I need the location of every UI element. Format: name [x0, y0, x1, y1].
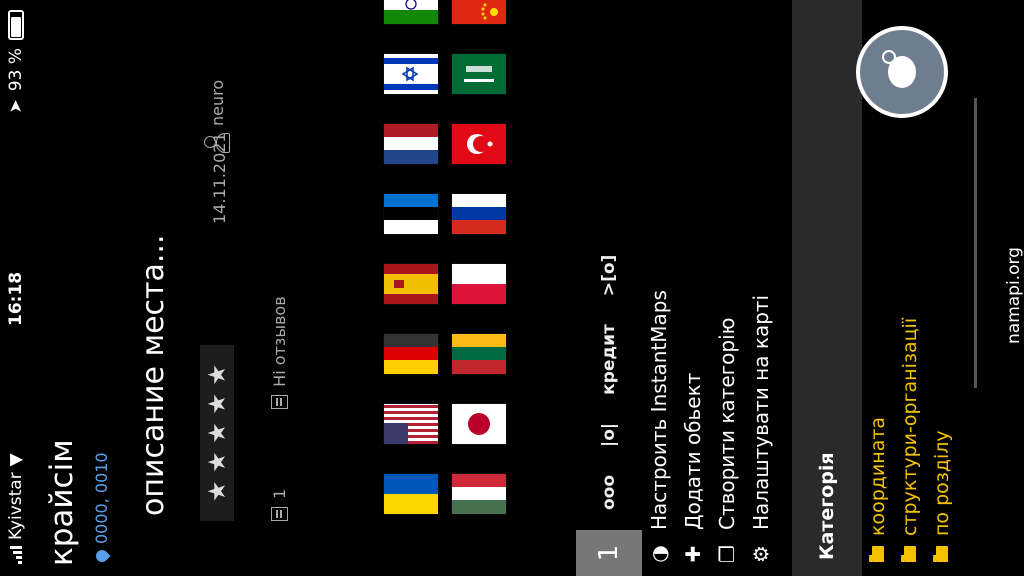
- tab-button-goto[interactable]: >[o]: [599, 255, 619, 296]
- flag-ukraine-icon: [384, 474, 438, 514]
- new-folder-icon: ❐: [715, 545, 739, 563]
- menu-map-settings[interactable]: ⚙ Налаштувати на карті: [744, 0, 778, 576]
- plus-icon: ✚: [681, 545, 705, 563]
- menu-add-object[interactable]: ✚ Додати обьект: [676, 0, 710, 576]
- menu-create-category[interactable]: ❐ Створити категорію: [710, 0, 744, 576]
- location-arrow-icon: ➤: [6, 99, 26, 114]
- battery-percent: 93 %: [6, 48, 26, 92]
- flag-spain[interactable]: [384, 264, 438, 304]
- circle-logo-icon: ◑: [647, 545, 671, 563]
- flag-usa[interactable]: [384, 404, 438, 444]
- flag-netherlands-icon: [384, 124, 438, 164]
- coordinates-text: 0000, 0010: [92, 452, 111, 544]
- menu-map-settings-label: Налаштувати на карті: [749, 294, 773, 530]
- flag-estonia-icon: [384, 194, 438, 234]
- author[interactable]: neuro: [204, 80, 230, 154]
- battery-fill: [11, 17, 21, 37]
- action-menu: ◑ Настроить InstantMaps ✚ Додати обьект …: [642, 0, 792, 576]
- site-link[interactable]: namapi.org: [1004, 247, 1024, 344]
- reviews-link[interactable]: Hi отзывов: [270, 296, 289, 409]
- flag-china-icon: [452, 0, 506, 24]
- flag-israel-icon: [384, 54, 438, 94]
- map-pin-icon: [93, 547, 110, 565]
- carrier: Kyivstar ▼: [6, 453, 26, 564]
- tab-row: 1 ooo |o| кредит >[o]: [576, 0, 642, 576]
- flag-germany[interactable]: [384, 334, 438, 374]
- tab-button-credit[interactable]: кредит: [599, 324, 619, 395]
- comments-counter[interactable]: 1: [270, 489, 289, 521]
- flag-israel[interactable]: [384, 54, 438, 94]
- blob-logo-icon: [888, 56, 916, 88]
- category-label: координата: [867, 416, 889, 536]
- place-description[interactable]: описание места...: [136, 235, 171, 517]
- menu-create-category-label: Створити категорію: [715, 317, 739, 530]
- menu-add-object-label: Додати обьект: [681, 372, 705, 530]
- menu-configure-label: Настроить InstantMaps: [647, 290, 671, 530]
- app-screen: Kyivstar ▼ 16:18 ➤ 93 % крайсім 0000, 00…: [0, 0, 1024, 576]
- status-bar: Kyivstar ▼ 16:18 ➤ 93 %: [0, 0, 46, 576]
- side-panel: 1 ooo |o| кредит >[o] ◑ Настроить Instan…: [576, 0, 1024, 576]
- flag-germany-icon: [384, 334, 438, 374]
- flag-turkey[interactable]: [452, 124, 506, 164]
- wifi-icon: ▼: [6, 453, 26, 467]
- status-right: ➤ 93 %: [6, 10, 26, 113]
- menu-configure[interactable]: ◑ Настроить InstantMaps: [642, 0, 676, 576]
- signal-icon: [10, 546, 22, 564]
- clock: 16:18: [6, 271, 26, 326]
- flag-poland[interactable]: [452, 264, 506, 304]
- scrollbar[interactable]: [974, 98, 977, 388]
- flag-lithuania-icon: [452, 334, 506, 374]
- tab-number[interactable]: 1: [576, 530, 642, 576]
- comments-count: 1: [270, 488, 289, 499]
- tab-button-o[interactable]: |o|: [599, 423, 619, 447]
- carrier-name: Kyivstar: [6, 472, 26, 540]
- flag-saudi-arabia-icon: [452, 54, 506, 94]
- flag-usa-icon: [384, 404, 438, 444]
- flag-japan-icon: [452, 404, 506, 444]
- battery-icon: [8, 10, 24, 40]
- folder-icon: [904, 546, 916, 562]
- flag-russia[interactable]: [452, 194, 506, 234]
- category-label: по розділу: [931, 430, 953, 536]
- comment-icon: [271, 507, 288, 521]
- flag-russia-icon: [452, 194, 506, 234]
- folder-icon: [872, 546, 884, 562]
- tab-buttons: ooo |o| кредит >[o]: [599, 255, 619, 510]
- category-header: Категорія: [792, 0, 862, 576]
- app-logo-button[interactable]: [856, 26, 948, 118]
- reviews-label: Hi отзывов: [270, 296, 289, 387]
- flag-japan[interactable]: [452, 404, 506, 444]
- flag-ukraine[interactable]: [384, 474, 438, 514]
- review-icon: [271, 394, 288, 409]
- flag-estonia[interactable]: [384, 194, 438, 234]
- counters: 1 Hi отзывов: [270, 296, 289, 521]
- flag-netherlands[interactable]: [384, 124, 438, 164]
- flag-lithuania[interactable]: [452, 334, 506, 374]
- flag-saudi-arabia[interactable]: [452, 54, 506, 94]
- flag-hungary-icon: [452, 474, 506, 514]
- flag-hungary[interactable]: [452, 474, 506, 514]
- flag-india[interactable]: [384, 0, 438, 24]
- place-title[interactable]: крайсім: [44, 439, 80, 566]
- user-icon: [204, 132, 230, 154]
- tab-button-ooo[interactable]: ooo: [599, 475, 619, 510]
- folder-icon: [936, 546, 948, 562]
- flag-india-icon: [384, 0, 438, 24]
- rating-stars[interactable]: ★ ★ ★ ★ ★: [200, 345, 234, 521]
- flag-turkey-icon: [452, 124, 506, 164]
- flag-spain-icon: [384, 264, 438, 304]
- flag-poland-icon: [452, 264, 506, 304]
- flag-china[interactable]: [452, 0, 506, 24]
- author-name: neuro: [207, 79, 227, 126]
- category-label: структури-організації: [899, 317, 921, 536]
- coordinates[interactable]: 0000, 0010: [92, 452, 111, 565]
- gear-icon: ⚙: [749, 545, 773, 563]
